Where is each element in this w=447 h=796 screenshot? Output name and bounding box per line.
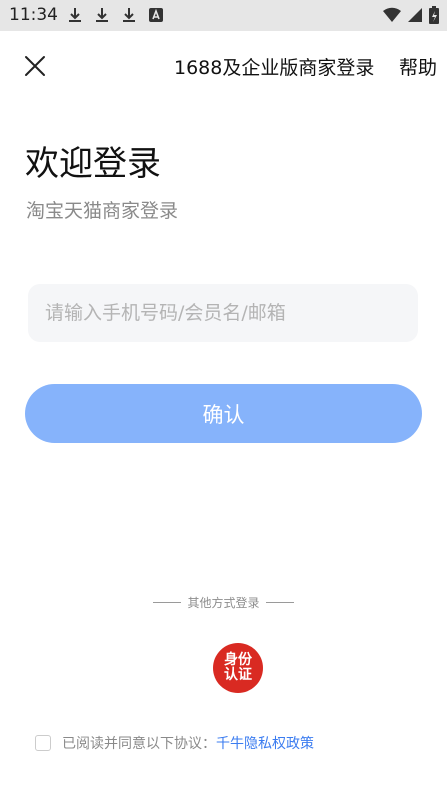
- app-notification-icon: [149, 8, 163, 22]
- agreement-row: 已阅读并同意以下协议： 千牛隐私权政策: [35, 733, 314, 753]
- status-bar: 11:34: [0, 0, 447, 31]
- signal-icon: [408, 8, 422, 22]
- download-icon: [96, 8, 108, 22]
- download-icon: [69, 8, 81, 22]
- merchant-login-link[interactable]: 1688及企业版商家登录: [174, 53, 374, 80]
- page-title: 欢迎登录: [25, 144, 161, 184]
- other-login-label: 其他方式登录: [187, 596, 260, 610]
- agreement-checkbox[interactable]: [35, 735, 51, 751]
- download-icon: [123, 8, 135, 22]
- help-link[interactable]: 帮助: [399, 53, 437, 80]
- divider-line: [153, 602, 182, 603]
- system-icons: [383, 6, 439, 24]
- divider-line: [265, 602, 294, 603]
- other-login-divider: 其他方式登录: [0, 594, 447, 611]
- battery-icon: [429, 6, 439, 24]
- identity-auth-label-line2: 认证: [224, 667, 252, 683]
- account-input[interactable]: [28, 284, 418, 342]
- notification-icons: [66, 6, 165, 24]
- header: 1688及企业版商家登录 帮助: [0, 31, 447, 99]
- identity-auth-button[interactable]: 身份 认证: [213, 643, 263, 693]
- status-time: 11:34: [9, 5, 58, 25]
- privacy-policy-link[interactable]: 千牛隐私权政策: [216, 733, 314, 753]
- login-screen: 11:34 1688及企业版商家登录 帮助 欢迎登录 淘宝天猫商家登录 请输入手…: [0, 0, 447, 796]
- identity-auth-label-line1: 身份: [224, 652, 252, 668]
- agreement-text: 已阅读并同意以下协议：: [62, 736, 216, 752]
- wifi-icon: [383, 7, 401, 23]
- page-subtitle: 淘宝天猫商家登录: [26, 200, 179, 222]
- close-icon[interactable]: [22, 53, 48, 79]
- confirm-button[interactable]: 确认: [25, 384, 422, 443]
